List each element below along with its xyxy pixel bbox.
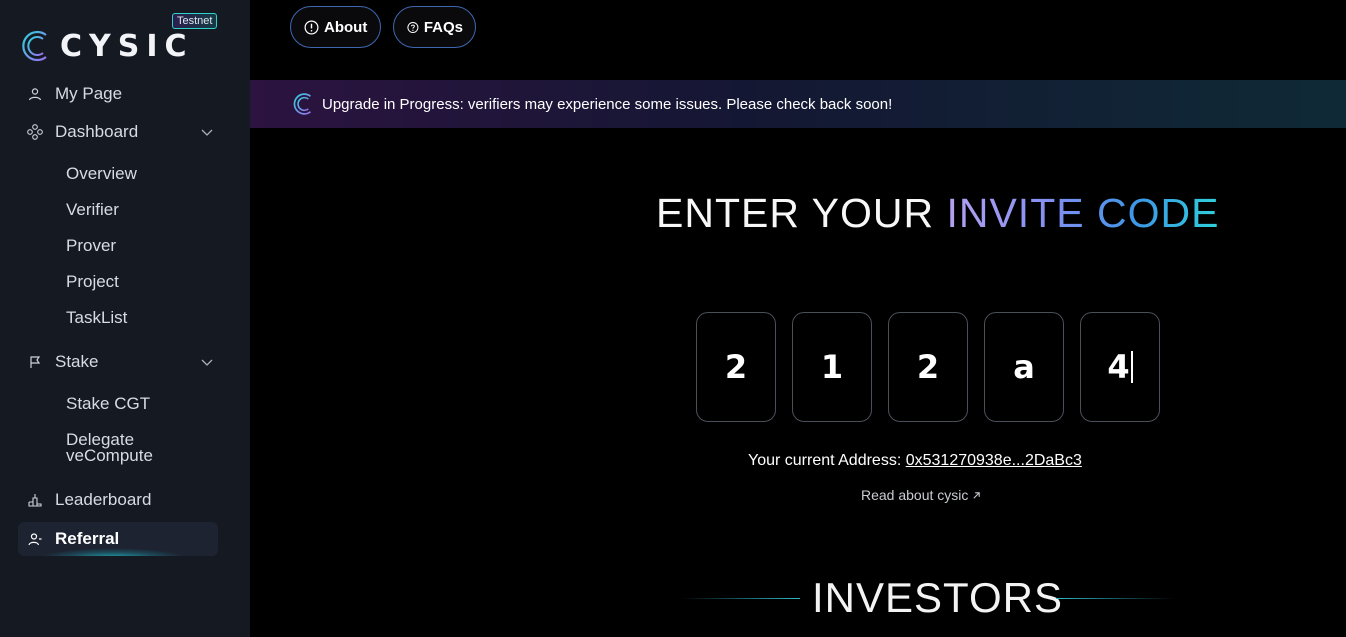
invite-code-digit-3[interactable]: 2 (888, 312, 968, 422)
banner-message: Upgrade in Progress: verifiers may exper… (322, 95, 893, 113)
upgrade-banner: Upgrade in Progress: verifiers may exper… (250, 80, 1346, 128)
digit-value: 2 (724, 348, 748, 386)
sidebar-subitem-delegate-vecompute[interactable]: Delegate veCompute (66, 431, 153, 464)
sidebar-subitem-prover[interactable]: Prover (66, 237, 116, 254)
chevron-down-icon[interactable] (200, 355, 214, 369)
about-button[interactable]: About (290, 6, 381, 48)
sidebar-item-my-page[interactable]: My Page (18, 77, 218, 111)
sidebar-subitem-stake-cgt[interactable]: Stake CGT (66, 395, 150, 412)
podium-icon (27, 492, 43, 508)
sidebar-item-leaderboard[interactable]: Leaderboard (18, 483, 218, 517)
investors-title: INVESTORS (812, 574, 1063, 621)
invite-code-digit-5[interactable]: 4 (1080, 312, 1160, 422)
investors-divider-left (682, 598, 800, 599)
invite-code-digit-4[interactable]: a (984, 312, 1064, 422)
dashboard-icon (27, 124, 43, 140)
digit-value: 2 (916, 348, 940, 386)
sidebar-item-dashboard[interactable]: Dashboard (18, 115, 218, 149)
sidebar-item-label: Leaderboard (55, 490, 152, 509)
app-root: CYSIC Testnet My Page Dashboard Overview… (0, 0, 1346, 637)
read-about-cysic-link[interactable]: Read about cysic (861, 487, 981, 503)
cysic-logo-icon (22, 30, 47, 62)
heading-part2: INVITE CODE (946, 190, 1220, 236)
question-icon (407, 21, 419, 33)
cysic-logo-icon (293, 93, 311, 115)
current-address: Your current Address: 0x531270938e...2Da… (748, 452, 1082, 470)
flag-icon (27, 354, 43, 370)
external-link-icon (973, 492, 981, 499)
referral-icon (27, 531, 43, 547)
about-label: About (324, 18, 368, 36)
sidebar-item-label: Referral (55, 529, 120, 548)
testnet-badge: Testnet (172, 13, 218, 29)
faqs-label: FAQs (423, 18, 463, 36)
faqs-button[interactable]: FAQs (393, 6, 476, 48)
sidebar-item-label: Stake (55, 352, 99, 371)
sidebar-item-label: My Page (55, 84, 123, 103)
invite-heading: ENTER YOUR INVITE CODE (656, 190, 1219, 237)
sidebar-subitem-overview[interactable]: Overview (66, 165, 137, 182)
sidebar-subitem-project[interactable]: Project (66, 273, 119, 290)
sidebar-item-referral[interactable]: Referral (18, 522, 218, 556)
heading-part1: ENTER YOUR (656, 190, 947, 236)
invite-code-digit-2[interactable]: 1 (792, 312, 872, 422)
sidebar: CYSIC Testnet My Page Dashboard Overview… (0, 0, 250, 637)
digit-value: 4 (1107, 348, 1130, 386)
address-label: Your current Address: (748, 452, 906, 469)
sidebar-item-stake[interactable]: Stake (18, 345, 218, 379)
digit-value: a (1013, 348, 1035, 386)
sidebar-subitem-tasklist[interactable]: TaskList (66, 309, 127, 326)
sidebar-subitem-verifier[interactable]: Verifier (66, 201, 119, 218)
info-icon (304, 20, 319, 34)
cysic-logo[interactable]: CYSIC (18, 28, 194, 64)
investors-divider-right (1056, 598, 1174, 599)
text-caret (1130, 351, 1133, 383)
read-about-label: Read about cysic (861, 487, 969, 503)
sidebar-item-label: Dashboard (55, 122, 139, 141)
invite-code-digit-1[interactable]: 2 (696, 312, 776, 422)
sidebar-subitem-line2: veCompute (66, 446, 153, 465)
address-link[interactable]: 0x531270938e...2DaBc3 (906, 452, 1082, 469)
digit-value: 1 (820, 348, 844, 386)
logo-wordmark: CYSIC (60, 28, 194, 64)
user-icon (27, 86, 43, 102)
chevron-down-icon[interactable] (200, 125, 214, 139)
